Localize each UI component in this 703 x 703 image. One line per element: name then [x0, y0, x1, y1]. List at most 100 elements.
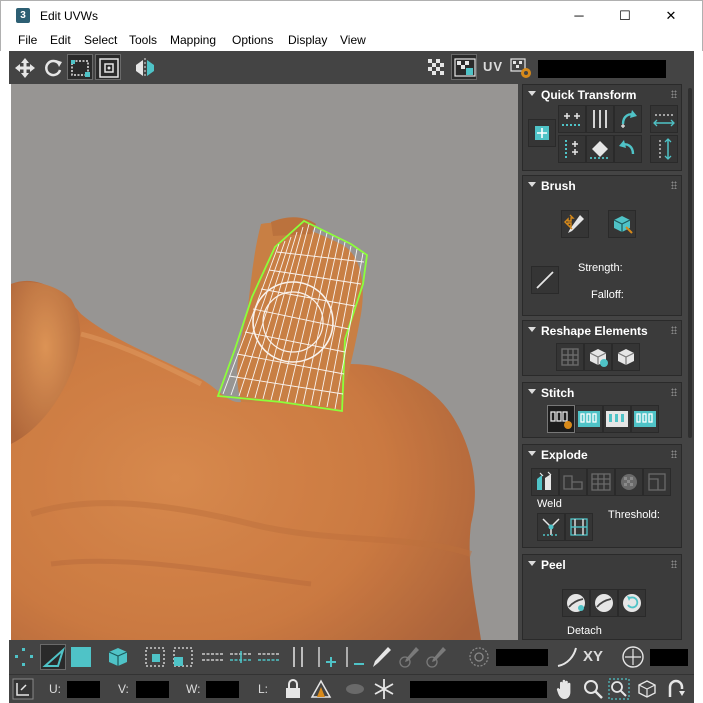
pan-hand-icon[interactable]	[553, 677, 577, 701]
zoom-extents-icon[interactable]	[635, 677, 659, 701]
grip-icon[interactable]	[671, 326, 677, 334]
break-button[interactable]	[531, 468, 559, 496]
rollout-title[interactable]: Stitch	[541, 386, 574, 400]
align-vertical-button[interactable]	[586, 105, 614, 133]
element-mode-icon[interactable]	[105, 644, 131, 670]
uv-settings-icon[interactable]	[507, 54, 533, 80]
loop-grow-icon[interactable]	[228, 644, 254, 670]
sphere-unwrap-button[interactable]	[615, 468, 643, 496]
space-horizontal-button[interactable]	[650, 105, 678, 133]
rollout-title[interactable]: Explode	[541, 448, 588, 462]
grip-icon[interactable]	[671, 90, 677, 98]
maximize-button[interactable]: ☐	[602, 1, 648, 31]
relax-button[interactable]	[584, 343, 612, 371]
freeze-icon[interactable]	[372, 677, 396, 701]
weld-selected-button[interactable]	[537, 513, 565, 541]
uv-editor-viewport[interactable]	[11, 84, 518, 640]
move-icon[interactable]	[11, 54, 37, 80]
flatten-button[interactable]	[559, 468, 587, 496]
grip-icon[interactable]	[671, 450, 677, 458]
rollout-title[interactable]: Peel	[541, 558, 566, 572]
rotate-ccw-button[interactable]	[614, 105, 642, 133]
ring-grow-icon[interactable]	[312, 644, 338, 670]
lock-icon[interactable]	[281, 677, 305, 701]
u-coordinate-field[interactable]	[67, 681, 100, 698]
w-coordinate-field[interactable]	[206, 681, 239, 698]
unfold-button[interactable]	[643, 468, 671, 496]
falloff-curve-icon[interactable]	[554, 644, 580, 670]
paint-grow-icon[interactable]	[396, 644, 422, 670]
edge-mode-icon[interactable]	[40, 644, 66, 670]
selection-name-field[interactable]	[410, 681, 547, 698]
texture-checker-icon[interactable]	[451, 54, 477, 80]
peel-mode-button[interactable]	[590, 589, 618, 617]
straighten-button[interactable]	[556, 343, 584, 371]
hide-icon[interactable]	[309, 677, 333, 701]
menu-display[interactable]: Display	[288, 33, 327, 47]
ring-shrink-icon[interactable]	[340, 644, 366, 670]
zoom-region-icon[interactable]	[607, 677, 631, 701]
xy-label[interactable]: XY	[583, 648, 603, 665]
rotate-icon[interactable]	[39, 54, 65, 80]
menu-mapping[interactable]: Mapping	[170, 33, 216, 47]
menu-file[interactable]: File	[18, 33, 37, 47]
stitch-to-target-button[interactable]	[575, 405, 603, 433]
quick-peel-button[interactable]	[562, 589, 590, 617]
grip-icon[interactable]	[671, 388, 677, 396]
edge-loop-icon[interactable]	[200, 644, 226, 670]
falloff-distance-field[interactable]	[496, 649, 548, 666]
collapse-arrow-icon[interactable]	[528, 561, 536, 566]
scale-icon[interactable]	[67, 54, 93, 80]
stitch-to-source-button[interactable]	[631, 405, 659, 433]
snap-icon[interactable]	[664, 677, 688, 701]
reset-peel-button[interactable]	[618, 589, 646, 617]
checker-icon[interactable]	[423, 54, 449, 80]
grow-selection-icon[interactable]	[142, 644, 168, 670]
collapse-arrow-icon[interactable]	[528, 91, 536, 96]
rollout-title[interactable]: Reshape Elements	[541, 324, 648, 338]
relax-polygon-button[interactable]	[612, 343, 640, 371]
brush-falloff-curve-button[interactable]	[531, 266, 559, 294]
set-pivot-button[interactable]	[528, 119, 556, 147]
uv-canvas[interactable]	[11, 84, 518, 640]
grip-icon[interactable]	[671, 560, 677, 568]
collapse-arrow-icon[interactable]	[528, 327, 536, 332]
v-coordinate-field[interactable]	[136, 681, 169, 698]
stitch-custom-button[interactable]	[547, 405, 575, 433]
freeform-icon[interactable]	[95, 54, 121, 80]
grip-icon[interactable]	[671, 181, 677, 189]
paint-move-button[interactable]	[561, 210, 589, 238]
close-button[interactable]: ✕	[648, 1, 694, 31]
collapse-arrow-icon[interactable]	[528, 389, 536, 394]
edge-distance-icon[interactable]	[620, 644, 646, 670]
rollout-title[interactable]: Brush	[541, 179, 576, 193]
loop-shrink-icon[interactable]	[256, 644, 282, 670]
weld-target-button[interactable]	[565, 513, 593, 541]
relax-brush-button[interactable]	[608, 210, 636, 238]
paint-select-icon[interactable]	[368, 644, 394, 670]
mirror-icon[interactable]	[131, 54, 157, 80]
rollout-title[interactable]: Quick Transform	[541, 88, 636, 102]
center-pivot-button[interactable]	[586, 135, 614, 163]
align-to-edge-button[interactable]	[558, 135, 586, 163]
polygon-mode-icon[interactable]	[68, 644, 94, 670]
uv-channel-field[interactable]	[538, 60, 666, 78]
zoom-icon[interactable]	[581, 677, 605, 701]
align-horizontal-button[interactable]	[558, 105, 586, 133]
menu-options[interactable]: Options	[232, 33, 273, 47]
coordinate-mode-icon[interactable]	[11, 677, 35, 701]
vertex-mode-icon[interactable]	[11, 644, 37, 670]
menu-tools[interactable]: Tools	[129, 33, 157, 47]
collapse-arrow-icon[interactable]	[528, 182, 536, 187]
soft-selection-icon[interactable]	[466, 644, 492, 670]
stitch-average-button[interactable]	[603, 405, 631, 433]
flatten-grid-button[interactable]	[587, 468, 615, 496]
visibility-icon[interactable]	[343, 677, 367, 701]
panel-scrollbar[interactable]	[688, 88, 692, 438]
shrink-selection-icon[interactable]	[170, 644, 196, 670]
menu-edit[interactable]: Edit	[50, 33, 71, 47]
menu-select[interactable]: Select	[84, 33, 117, 47]
rotate-cw-button[interactable]	[614, 135, 642, 163]
minimize-button[interactable]: ─	[556, 1, 602, 31]
space-vertical-button[interactable]	[650, 135, 678, 163]
